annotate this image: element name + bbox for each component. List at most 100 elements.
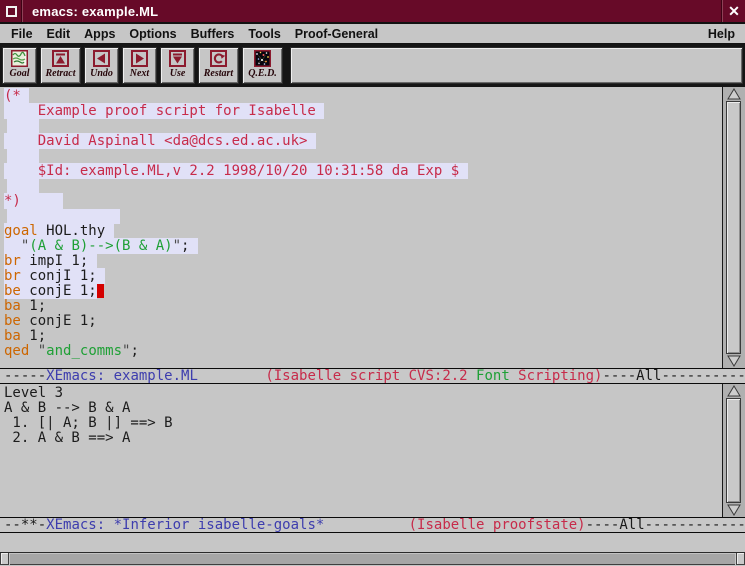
processed-region-strip [7,149,39,164]
window-menu-button[interactable] [0,0,22,22]
code-segment: Example proof script for Isabelle [4,103,316,119]
script-line[interactable] [4,149,722,164]
modeline-text: ----All----------- [602,368,745,384]
minibuffer[interactable] [0,533,745,552]
toolbar-button-use[interactable]: Use [160,47,195,84]
script-line[interactable]: goal HOL.thy [4,224,722,239]
scroll-up-icon[interactable] [723,384,745,398]
toolbar-button-qed[interactable]: Q.E.D. [242,47,283,84]
trailing-highlight [307,133,315,149]
undo-icon [93,50,110,67]
script-line[interactable]: qed "and_comms"; [4,344,722,359]
modeline-text: XEmacs: example.ML [46,368,198,384]
code-segment: and_comms [46,343,122,359]
modeline-text: (Isabelle script CVS:2.2 [265,368,476,384]
code-segment: conjE 1; [21,313,97,329]
script-buffer-window[interactable]: (* Example proof script for Isabelle Dav… [0,87,745,368]
modeline-text: --**- [4,517,46,533]
script-line[interactable]: ba 1; [4,329,722,344]
script-buffer[interactable]: (* Example proof script for Isabelle Dav… [0,87,722,368]
toolbar-button-label: Retract [46,68,76,79]
toolbar-button-label: Restart [204,68,233,79]
script-scrollbar-thumb[interactable] [726,101,741,354]
hscroll-right-button[interactable] [736,553,745,565]
code-segment: be [4,313,21,329]
toolbar: Goal Retract Undo Next Use Restart Q.E.D… [0,44,745,87]
processed-region-strip [7,179,39,194]
code-segment: br [4,253,21,269]
toolbar-button-goal[interactable]: Goal [2,47,37,84]
script-line[interactable]: *) [4,194,722,209]
script-line[interactable] [4,179,722,194]
goals-line: Level 3 [4,386,722,401]
goals-scrollbar[interactable] [722,384,745,517]
menu-item-proof-general[interactable]: Proof-General [288,25,385,43]
code-segment: (* [4,88,21,104]
trailing-highlight [97,268,105,284]
menu-item-buffers[interactable]: Buffers [184,25,242,43]
menu-item-tools[interactable]: Tools [241,25,287,43]
script-line[interactable]: be conjE 1; [4,314,722,329]
modeline-text: Scripting) [510,368,603,384]
menu-item-edit[interactable]: Edit [40,25,78,43]
script-line[interactable]: (* [4,89,722,104]
scroll-up-icon[interactable] [723,87,745,101]
scroll-down-icon[interactable] [723,354,745,368]
script-line[interactable]: br impI 1; [4,254,722,269]
next-icon [131,50,148,67]
goals-line: A & B --> B & A [4,401,722,416]
hscroll-left-button[interactable] [0,553,9,565]
menu-item-file[interactable]: File [4,25,40,43]
code-segment: " [38,343,46,359]
script-line[interactable]: ba 1; [4,299,722,314]
toolbar-button-next[interactable]: Next [122,47,157,84]
modeline-text: XEmacs: *Inferior isabelle-goals* [46,517,324,533]
code-segment: qed [4,343,29,359]
code-segment: ba [4,298,21,314]
code-segment: goal [4,223,38,239]
goals-scrollbar-thumb[interactable] [726,398,741,503]
trailing-highlight [459,163,467,179]
qed-icon [254,50,271,67]
toolbar-button-undo[interactable]: Undo [84,47,119,84]
code-segment: 1; [21,328,46,344]
menu-item-options[interactable]: Options [122,25,183,43]
close-icon[interactable]: ✕ [723,0,745,22]
toolbar-button-retract[interactable]: Retract [40,47,81,84]
script-line[interactable]: $Id: example.ML,v 2.2 1998/10/20 10:31:5… [4,164,722,179]
menu-item-apps[interactable]: Apps [77,25,122,43]
script-modeline[interactable]: -----XEmacs: example.ML (Isabelle script… [0,368,745,384]
modeline-text: ----- [4,368,46,384]
goals-modeline[interactable]: --**-XEmacs: *Inferior isabelle-goals* (… [0,517,745,533]
processed-region-strip [7,119,39,134]
window-title: emacs: example.ML [23,4,722,19]
toolbar-button-label: Goal [10,68,30,79]
script-line[interactable] [4,209,722,224]
modeline-text: Font [476,368,510,384]
hscroll-thumb[interactable] [10,553,735,565]
trailing-highlight [316,103,324,119]
goals-buffer-window[interactable]: Level 3A & B --> B & A 1. [| A; B |] ==>… [0,384,745,517]
script-line[interactable]: br conjI 1; [4,269,722,284]
goals-line: 1. [| A; B |] ==> B [4,416,722,431]
trailing-highlight [21,193,63,209]
goals-line: 2. A & B ==> A [4,431,722,446]
horizontal-scrollbar[interactable] [0,552,745,565]
script-line[interactable]: David Aspinall <da@dcs.ed.ac.uk> [4,134,722,149]
script-line[interactable]: "(A & B)-->(B & A)"; [4,239,722,254]
script-line[interactable] [4,119,722,134]
trailing-highlight [88,253,96,269]
menu-item-help[interactable]: Help [702,25,741,43]
script-line[interactable]: be conjE 1; [4,284,722,299]
toolbar-button-label: Undo [90,68,113,79]
code-segment [29,343,37,359]
scroll-down-icon[interactable] [723,503,745,517]
goals-buffer[interactable]: Level 3A & B --> B & A 1. [| A; B |] ==>… [0,384,722,517]
goal-icon [11,50,28,67]
text-cursor [97,284,104,298]
toolbar-button-restart[interactable]: Restart [198,47,239,84]
script-scrollbar[interactable] [722,87,745,368]
window-menu-icon [6,6,17,17]
script-line[interactable]: Example proof script for Isabelle [4,104,722,119]
code-segment: ; [130,343,138,359]
